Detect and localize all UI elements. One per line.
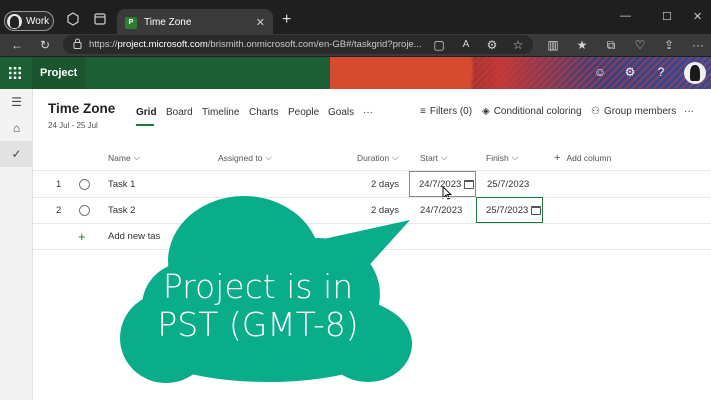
- row-divider: [33, 170, 711, 171]
- tab-title: Time Zone: [144, 17, 192, 28]
- chevron-down-icon: ⌵: [392, 152, 399, 162]
- tab-actions-icon[interactable]: [92, 12, 108, 28]
- column-start-label: Start: [420, 152, 438, 163]
- task-complete-checkbox[interactable]: [79, 179, 90, 190]
- tab-goals[interactable]: Goals: [328, 107, 354, 118]
- conditional-coloring-label: Conditional coloring: [493, 106, 582, 117]
- chevron-down-icon: ⌵: [440, 152, 448, 162]
- column-duration-label: Duration: [357, 152, 390, 163]
- project-date-range: 24 Jul - 25 Jul: [48, 121, 98, 130]
- share-icon[interactable]: ⇪: [661, 37, 677, 53]
- back-icon[interactable]: ←: [9, 37, 25, 53]
- feedback-smiley-icon[interactable]: ☺: [592, 65, 608, 79]
- tab-people[interactable]: People: [288, 107, 319, 118]
- hamburger-menu-icon[interactable]: ☰: [0, 89, 33, 115]
- column-header-finish[interactable]: Finish ⌵: [486, 152, 518, 163]
- home-icon[interactable]: ⌂: [0, 115, 33, 141]
- browser-more-icon[interactable]: ···: [690, 37, 706, 53]
- row-number: 2: [56, 205, 62, 216]
- project-favicon-icon: P: [125, 16, 137, 29]
- chevron-down-icon: ⌵: [133, 152, 141, 162]
- calendar-icon[interactable]: [464, 179, 475, 189]
- callout-line-2: PST (GMT-8): [157, 305, 359, 344]
- filters-button[interactable]: ≡ Filters (0): [420, 106, 472, 117]
- url-host: project.microsoft.com: [117, 39, 208, 50]
- settings-gear-icon[interactable]: ⚙: [622, 65, 638, 79]
- profile-avatar: [7, 13, 22, 29]
- paint-bucket-icon: ◈: [482, 106, 490, 117]
- start-date-value: 24/7/2023: [419, 178, 462, 190]
- finish-date[interactable]: 25/7/2023: [487, 179, 529, 190]
- tab-grid[interactable]: Grid: [136, 107, 157, 118]
- profile-label: Work: [26, 15, 50, 27]
- callout-text: Project is in PST (GMT-8): [133, 268, 383, 344]
- filters-label: Filters (0): [429, 106, 473, 117]
- lock-icon: [73, 38, 82, 49]
- group-members-icon: ⚇: [591, 106, 600, 117]
- tab-board[interactable]: Board: [166, 107, 193, 118]
- column-name-label: Name: [108, 152, 131, 163]
- column-assigned-label: Assigned to: [218, 152, 263, 163]
- new-tab-icon[interactable]: +: [282, 11, 291, 29]
- add-task-plus-icon[interactable]: +: [78, 229, 86, 244]
- conditional-coloring-button[interactable]: ◈ Conditional coloring: [482, 106, 582, 117]
- chevron-down-icon: ⌵: [511, 152, 519, 162]
- url-path: /brismith.onmicrosoft.com/en-GB#/taskgri…: [207, 39, 422, 50]
- close-tab-icon[interactable]: ✕: [256, 16, 265, 29]
- maximize-icon[interactable]: ☐: [662, 10, 672, 23]
- url-prefix: https://: [89, 39, 118, 50]
- workspaces-icon[interactable]: [65, 12, 81, 28]
- split-screen-icon[interactable]: ▥: [545, 37, 561, 53]
- finish-date-value: 25/7/2023: [486, 204, 529, 216]
- tasks-check-icon[interactable]: ✓: [0, 141, 33, 167]
- column-header-start[interactable]: Start ⌵: [420, 152, 447, 163]
- more-options-button[interactable]: ···: [684, 106, 694, 117]
- favorite-star-icon[interactable]: ☆: [510, 37, 526, 53]
- add-column-button[interactable]: + Add column: [554, 152, 611, 164]
- favorites-icon[interactable]: ★: [574, 37, 590, 53]
- read-aloud-icon[interactable]: A: [458, 37, 474, 53]
- refresh-icon[interactable]: ↻: [37, 37, 53, 53]
- finish-date-cell[interactable]: 25/7/2023: [476, 197, 543, 223]
- column-header-assigned[interactable]: Assigned to ⌵: [218, 152, 272, 163]
- plus-icon: +: [554, 152, 561, 164]
- filter-icon: ≡: [420, 106, 426, 117]
- active-tab-indicator: [136, 124, 154, 126]
- add-column-label: Add column: [566, 153, 612, 163]
- task-complete-checkbox[interactable]: [79, 205, 90, 216]
- app-available-icon[interactable]: ▢: [431, 37, 447, 53]
- collections-icon[interactable]: ⧉: [603, 37, 619, 53]
- column-finish-label: Finish: [486, 152, 509, 163]
- user-avatar[interactable]: [684, 62, 706, 84]
- chevron-down-icon: ⌵: [265, 152, 272, 162]
- tab-timeline[interactable]: Timeline: [202, 107, 239, 118]
- column-header-name[interactable]: Name ⌵: [108, 152, 140, 163]
- app-launcher-icon[interactable]: [8, 66, 22, 80]
- help-icon[interactable]: ?: [653, 65, 669, 79]
- tab-charts[interactable]: Charts: [249, 107, 278, 118]
- profile-button[interactable]: Work: [4, 11, 54, 31]
- heart-icon[interactable]: ♡: [632, 37, 648, 53]
- project-title: Time Zone: [48, 101, 116, 116]
- calendar-icon[interactable]: [531, 205, 542, 215]
- close-window-icon[interactable]: ✕: [693, 10, 702, 23]
- start-date[interactable]: 24/7/2023: [420, 205, 462, 216]
- callout-line-1: Project is in: [162, 267, 354, 306]
- row-number: 1: [56, 179, 62, 190]
- minimize-icon[interactable]: —: [620, 10, 631, 22]
- column-header-duration[interactable]: Duration ⌵: [357, 152, 399, 163]
- tab-more[interactable]: ···: [363, 107, 373, 118]
- group-members-button[interactable]: ⚇ Group members: [591, 106, 676, 117]
- extension-icon[interactable]: ⚙: [484, 37, 500, 53]
- app-name[interactable]: Project: [32, 57, 86, 89]
- browser-tab-active[interactable]: P Time Zone ✕: [117, 9, 273, 36]
- group-members-label: Group members: [603, 106, 677, 117]
